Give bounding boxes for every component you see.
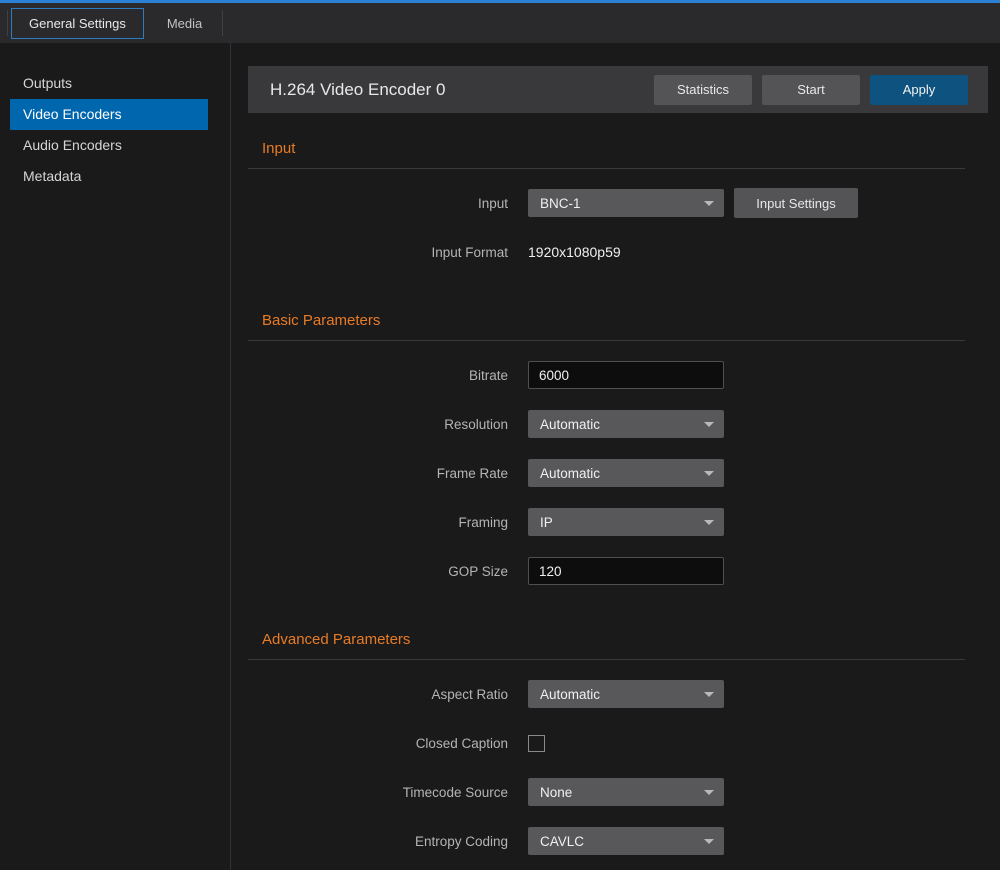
- frame-rate-select[interactable]: Automatic: [528, 459, 724, 487]
- aspect-ratio-row: Aspect Ratio Automatic: [248, 680, 988, 708]
- chevron-down-icon: [704, 520, 714, 525]
- input-format-row: Input Format 1920x1080p59: [248, 238, 988, 266]
- field-label: Bitrate: [248, 368, 528, 383]
- sidebar: Outputs Video Encoders Audio Encoders Me…: [0, 43, 230, 870]
- field-label: Input Format: [248, 245, 528, 260]
- select-value: None: [540, 785, 704, 800]
- select-value: BNC-1: [540, 196, 704, 211]
- chevron-down-icon: [704, 471, 714, 476]
- select-value: IP: [540, 515, 704, 530]
- closed-caption-row: Closed Caption: [248, 729, 988, 757]
- entropy-coding-row: Entropy Coding CAVLC: [248, 827, 988, 855]
- entropy-coding-select[interactable]: CAVLC: [528, 827, 724, 855]
- sidebar-item-metadata[interactable]: Metadata: [10, 161, 208, 192]
- statistics-button[interactable]: Statistics: [654, 75, 752, 105]
- top-tab-bar: General Settings Media: [0, 0, 1000, 43]
- tab-media[interactable]: Media: [150, 9, 219, 38]
- chevron-down-icon: [704, 790, 714, 795]
- field-label: Resolution: [248, 417, 528, 432]
- tab-general-settings[interactable]: General Settings: [11, 8, 144, 39]
- closed-caption-checkbox[interactable]: [528, 735, 545, 752]
- aspect-ratio-select[interactable]: Automatic: [528, 680, 724, 708]
- apply-button[interactable]: Apply: [870, 75, 968, 105]
- field-label: Closed Caption: [248, 736, 528, 751]
- field-label: Aspect Ratio: [248, 687, 528, 702]
- frame-rate-row: Frame Rate Automatic: [248, 459, 988, 487]
- sidebar-item-video-encoders[interactable]: Video Encoders: [10, 99, 208, 130]
- bitrate-row: Bitrate: [248, 361, 988, 389]
- section-title: Advanced Parameters: [248, 631, 988, 648]
- chevron-down-icon: [704, 839, 714, 844]
- section-title: Input: [248, 140, 988, 157]
- chevron-down-icon: [704, 422, 714, 427]
- field-label: Input: [248, 196, 528, 211]
- input-settings-button[interactable]: Input Settings: [734, 188, 858, 218]
- timecode-source-row: Timecode Source None: [248, 778, 988, 806]
- input-format-value: 1920x1080p59: [528, 244, 621, 260]
- encoder-header: H.264 Video Encoder 0 Statistics Start A…: [248, 66, 988, 113]
- sidebar-item-outputs[interactable]: Outputs: [10, 68, 208, 99]
- field-label: Framing: [248, 515, 528, 530]
- section-basic-parameters: Basic Parameters Bitrate Resolution Auto…: [248, 312, 988, 585]
- start-button[interactable]: Start: [762, 75, 860, 105]
- select-value: CAVLC: [540, 834, 704, 849]
- bitrate-input[interactable]: [528, 361, 724, 389]
- section-title: Basic Parameters: [248, 312, 988, 329]
- select-value: Automatic: [540, 417, 704, 432]
- gop-size-row: GOP Size: [248, 557, 988, 585]
- field-label: GOP Size: [248, 564, 528, 579]
- main-panel: H.264 Video Encoder 0 Statistics Start A…: [231, 43, 1000, 870]
- chevron-down-icon: [704, 201, 714, 206]
- field-label: Timecode Source: [248, 785, 528, 800]
- select-value: Automatic: [540, 687, 704, 702]
- sidebar-item-audio-encoders[interactable]: Audio Encoders: [10, 130, 208, 161]
- field-label: Entropy Coding: [248, 834, 528, 849]
- tab-separator: [7, 10, 8, 36]
- input-row: Input BNC-1 Input Settings: [248, 189, 988, 217]
- timecode-source-select[interactable]: None: [528, 778, 724, 806]
- resolution-row: Resolution Automatic: [248, 410, 988, 438]
- select-value: Automatic: [540, 466, 704, 481]
- chevron-down-icon: [704, 692, 714, 697]
- field-label: Frame Rate: [248, 466, 528, 481]
- framing-row: Framing IP: [248, 508, 988, 536]
- resolution-select[interactable]: Automatic: [528, 410, 724, 438]
- gop-size-input[interactable]: [528, 557, 724, 585]
- framing-select[interactable]: IP: [528, 508, 724, 536]
- input-select[interactable]: BNC-1: [528, 189, 724, 217]
- section-input: Input Input BNC-1 Input Settings Input F…: [248, 140, 988, 266]
- page-title: H.264 Video Encoder 0: [270, 80, 644, 100]
- tab-separator: [222, 10, 223, 36]
- section-advanced-parameters: Advanced Parameters Aspect Ratio Automat…: [248, 631, 988, 855]
